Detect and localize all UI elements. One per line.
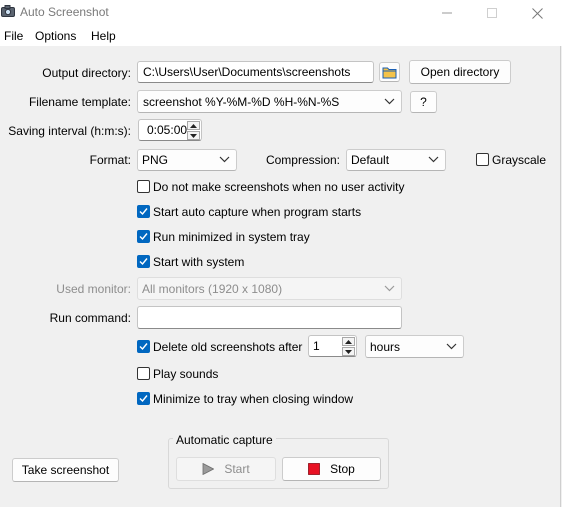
auto-capture-on-start-checkbox[interactable] <box>137 205 150 218</box>
delete-old-checkbox[interactable] <box>137 340 150 353</box>
saving-interval-spinbox[interactable]: 0:05:00 <box>138 119 202 141</box>
chevron-down-icon <box>446 343 457 349</box>
start-with-system-label: Start with system <box>153 255 245 269</box>
browse-folder-button[interactable] <box>379 62 400 82</box>
take-screenshot-button[interactable]: Take screenshot <box>12 458 119 482</box>
run-command-label: Run command: <box>49 311 131 325</box>
checkmark-icon <box>139 343 148 351</box>
no-activity-checkbox[interactable] <box>137 180 150 193</box>
main-panel: Output directory: C:\Users\User\Document… <box>0 46 561 507</box>
title-bar[interactable]: Auto Screenshot <box>0 0 562 26</box>
menu-bar: File Options Help <box>0 26 562 46</box>
minimize-icon <box>442 12 452 14</box>
menu-file[interactable]: File <box>4 29 23 43</box>
start-button: Start <box>176 457 276 481</box>
camera-icon <box>1 5 15 17</box>
minimize-to-tray-checkbox[interactable] <box>137 392 150 405</box>
delete-amount-spinbox[interactable]: 1 <box>308 335 357 357</box>
maximize-button[interactable] <box>469 0 515 26</box>
saving-interval-label: Saving interval (h:m:s): <box>8 124 131 138</box>
folder-icon <box>382 67 397 78</box>
chevron-down-icon <box>219 156 230 163</box>
spin-down-button[interactable] <box>187 131 200 140</box>
caret-down-icon <box>190 133 197 138</box>
chevron-down-icon <box>384 285 395 291</box>
output-directory-field[interactable]: C:\Users\User\Documents\screenshots <box>137 61 374 83</box>
checkmark-icon <box>139 208 148 216</box>
automatic-capture-title: Automatic capture <box>173 433 276 447</box>
template-help-button[interactable]: ? <box>410 91 437 113</box>
filename-template-label: Filename template: <box>28 95 131 109</box>
chevron-down-icon <box>384 98 395 104</box>
caret-down-icon <box>345 349 352 354</box>
run-minimized-label: Run minimized in system tray <box>153 230 310 244</box>
used-monitor-combo: All monitors (1920 x 1080) <box>137 277 402 300</box>
stop-icon <box>308 463 321 475</box>
used-monitor-label: Used monitor: <box>56 282 131 296</box>
format-label: Format: <box>89 153 131 167</box>
filename-template-combo[interactable]: screenshot %Y-%M-%D %H-%N-%S <box>137 90 402 113</box>
play-sounds-label: Play sounds <box>153 367 219 381</box>
maximize-icon <box>487 8 497 18</box>
open-directory-button[interactable]: Open directory <box>409 60 511 84</box>
caret-up-icon <box>190 123 197 128</box>
checkmark-icon <box>139 395 148 403</box>
caret-up-icon <box>345 339 352 344</box>
minimize-to-tray-label: Minimize to tray when closing window <box>153 392 354 406</box>
run-command-field[interactable] <box>137 306 402 329</box>
spin-up-button[interactable] <box>342 337 355 346</box>
auto-capture-on-start-label: Start auto capture when program starts <box>153 205 362 219</box>
start-with-system-checkbox[interactable] <box>137 255 150 268</box>
menu-options[interactable]: Options <box>35 29 76 43</box>
format-combo[interactable]: PNG <box>137 149 237 171</box>
menu-help[interactable]: Help <box>91 29 116 43</box>
output-directory-label: Output directory: <box>42 66 131 80</box>
play-sounds-checkbox[interactable] <box>137 367 150 380</box>
minimize-button[interactable] <box>424 0 470 26</box>
run-minimized-checkbox[interactable] <box>137 230 150 243</box>
compression-label: Compression: <box>265 153 340 167</box>
close-icon <box>531 7 543 19</box>
play-icon <box>202 463 215 475</box>
checkmark-icon <box>139 258 148 266</box>
grayscale-label: Grayscale <box>492 153 547 167</box>
stop-button[interactable]: Stop <box>282 457 381 481</box>
checkmark-icon <box>139 233 148 241</box>
delete-old-label: Delete old screenshots after <box>153 340 303 354</box>
chevron-down-icon <box>428 156 439 163</box>
delete-unit-combo[interactable]: hours <box>365 335 464 358</box>
window-title: Auto Screenshot <box>20 5 109 19</box>
spin-down-button[interactable] <box>342 347 355 356</box>
spin-up-button[interactable] <box>187 121 200 130</box>
no-activity-label: Do not make screenshots when no user act… <box>153 180 405 194</box>
compression-combo[interactable]: Default <box>346 149 446 171</box>
grayscale-checkbox[interactable] <box>476 153 489 166</box>
close-button[interactable] <box>514 0 560 26</box>
